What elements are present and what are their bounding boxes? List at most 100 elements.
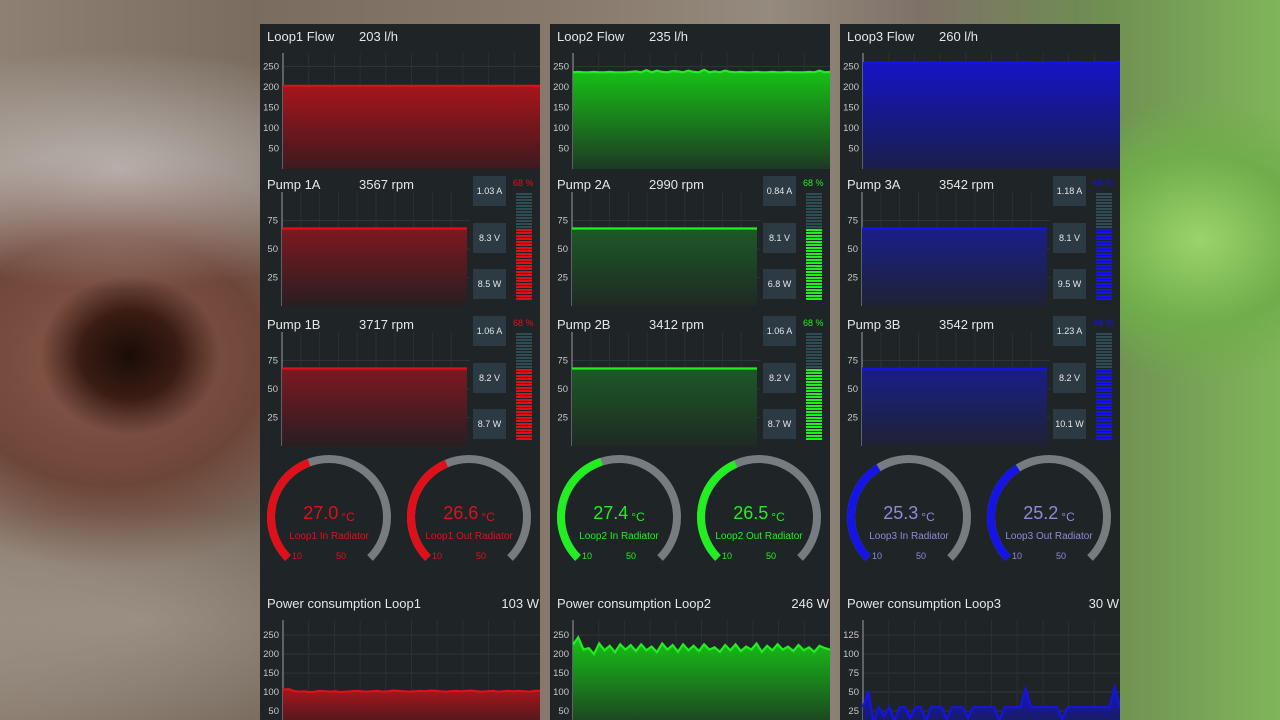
gauge-label: Loop3 Out Radiator <box>1005 531 1093 542</box>
series-area <box>863 61 1120 170</box>
duty-bar-segment <box>806 235 822 237</box>
y-tick-label: 100 <box>553 123 569 134</box>
y-tick-label: 125 <box>843 630 859 641</box>
duty-bar-segment <box>806 432 822 434</box>
duty-bar-segment <box>1096 244 1112 246</box>
duty-bar-segment <box>806 199 822 201</box>
pump-rpm-chart: 75 50 25 <box>847 332 1050 446</box>
duty-bar-segment <box>1096 229 1112 231</box>
duty-bar-segment <box>1096 420 1112 422</box>
duty-bar-segment <box>1096 381 1112 383</box>
duty-bar-segment <box>1096 298 1112 300</box>
duty-bar-segment <box>516 381 532 383</box>
y-tick-label: 150 <box>263 668 279 679</box>
duty-bar-segment <box>1096 289 1112 291</box>
gauge-label: Loop2 Out Radiator <box>715 531 803 542</box>
duty-bar-segment <box>806 363 822 365</box>
duty-bar-segment <box>516 408 532 410</box>
pump-current: 1.23 A <box>1053 316 1086 346</box>
duty-bar-segment <box>806 193 822 195</box>
pump-power: 9.5 W <box>1053 269 1086 299</box>
duty-bar-segment <box>806 417 822 419</box>
duty-bar-segment <box>516 411 532 413</box>
duty-bar-segment <box>516 354 532 356</box>
flow-value: 203 l/h <box>359 29 399 44</box>
duty-bar-segment <box>516 193 532 195</box>
pump-title: Pump 2A <box>557 177 611 192</box>
pump-rpm-chart: 75 50 25 <box>267 332 470 446</box>
duty-bar-segment <box>516 262 532 264</box>
duty-bar-segment <box>516 289 532 291</box>
y-tick-label: 75 <box>848 668 859 679</box>
duty-bar-segment <box>806 366 822 368</box>
duty-bar-segment <box>806 277 822 279</box>
duty-bar-segment <box>1096 220 1112 222</box>
duty-bar-segment <box>806 274 822 276</box>
gauge-min-label: 10 <box>872 551 882 561</box>
pump-title: Pump 1A <box>267 177 321 192</box>
duty-bar-segment <box>1096 375 1112 377</box>
duty-bar-segment <box>516 268 532 270</box>
duty-bar-segment <box>516 402 532 404</box>
flow-chart: 250 200 150 100 50 <box>553 53 830 169</box>
pump-rpm-chart: 75 50 25 <box>557 332 760 446</box>
gauge-value-text: 26.5 °C <box>733 503 785 524</box>
duty-bar-segment <box>1096 265 1112 267</box>
duty-bar-segment <box>516 384 532 386</box>
duty-bar-segment <box>806 298 822 300</box>
gauge-value: 26.6 <box>443 503 478 523</box>
duty-bar-segment <box>1096 387 1112 389</box>
power-chart: 250 200 150 100 50 <box>553 620 830 720</box>
duty-bar-segment <box>806 336 822 338</box>
duty-bar-segment <box>1096 193 1112 195</box>
pump-rpm-chart: 75 50 25 <box>847 192 1050 306</box>
duty-bar-segment <box>806 381 822 383</box>
pump-rpm-chart: 75 50 25 <box>557 192 760 306</box>
duty-bar-segment <box>1096 277 1112 279</box>
y-tick-label: 50 <box>847 244 858 255</box>
duty-bar-segment <box>516 333 532 335</box>
duty-bar-segment <box>1096 423 1112 425</box>
duty-bar-segment <box>806 414 822 416</box>
y-tick-label: 75 <box>267 216 278 227</box>
y-tick-label: 25 <box>267 413 278 424</box>
gauge-min-label: 10 <box>1012 551 1022 561</box>
y-tick-label: 75 <box>557 356 568 367</box>
duty-bar-segment <box>516 360 532 362</box>
pump-duty-bar <box>806 193 822 301</box>
gauge-fill <box>987 464 1021 561</box>
y-tick-label: 100 <box>843 123 859 134</box>
flow-chart: 250 200 150 100 50 <box>263 53 540 169</box>
duty-bar-segment <box>1096 286 1112 288</box>
duty-bar-segment <box>516 417 532 419</box>
duty-bar-segment <box>806 250 822 252</box>
duty-bar-segment <box>516 202 532 204</box>
y-tick-label: 50 <box>267 384 278 395</box>
y-tick-label: 150 <box>553 103 569 114</box>
duty-bar-segment <box>1096 199 1112 201</box>
duty-bar-segment <box>1096 351 1112 353</box>
duty-bar-segment <box>516 247 532 249</box>
pump-current: 1.18 A <box>1053 176 1086 206</box>
gauge-min-label: 10 <box>722 551 732 561</box>
duty-bar-segment <box>806 268 822 270</box>
y-tick-label: 50 <box>847 384 858 395</box>
duty-bar-segment <box>806 205 822 207</box>
gauge-value: 25.3 <box>883 503 918 523</box>
duty-bar-segment <box>516 426 532 428</box>
gauge-max-label: 50 <box>626 551 636 561</box>
y-tick-label: 25 <box>847 273 858 284</box>
series-line <box>862 60 1120 65</box>
duty-bar-segment <box>1096 399 1112 401</box>
duty-bar-segment <box>1096 211 1112 213</box>
duty-bar-segment <box>1096 348 1112 350</box>
power-value: 30 W <box>1088 596 1119 611</box>
pump-rpm-chart: 75 50 25 <box>267 192 470 306</box>
duty-bar-segment <box>516 387 532 389</box>
duty-bar-segment <box>806 295 822 297</box>
duty-bar-segment <box>1096 429 1112 431</box>
duty-bar-segment <box>516 199 532 201</box>
gauge-unit: °C <box>341 510 355 524</box>
gauge-label: Loop2 In Radiator <box>579 531 659 542</box>
pump-rpm: 3567 rpm <box>359 177 414 192</box>
